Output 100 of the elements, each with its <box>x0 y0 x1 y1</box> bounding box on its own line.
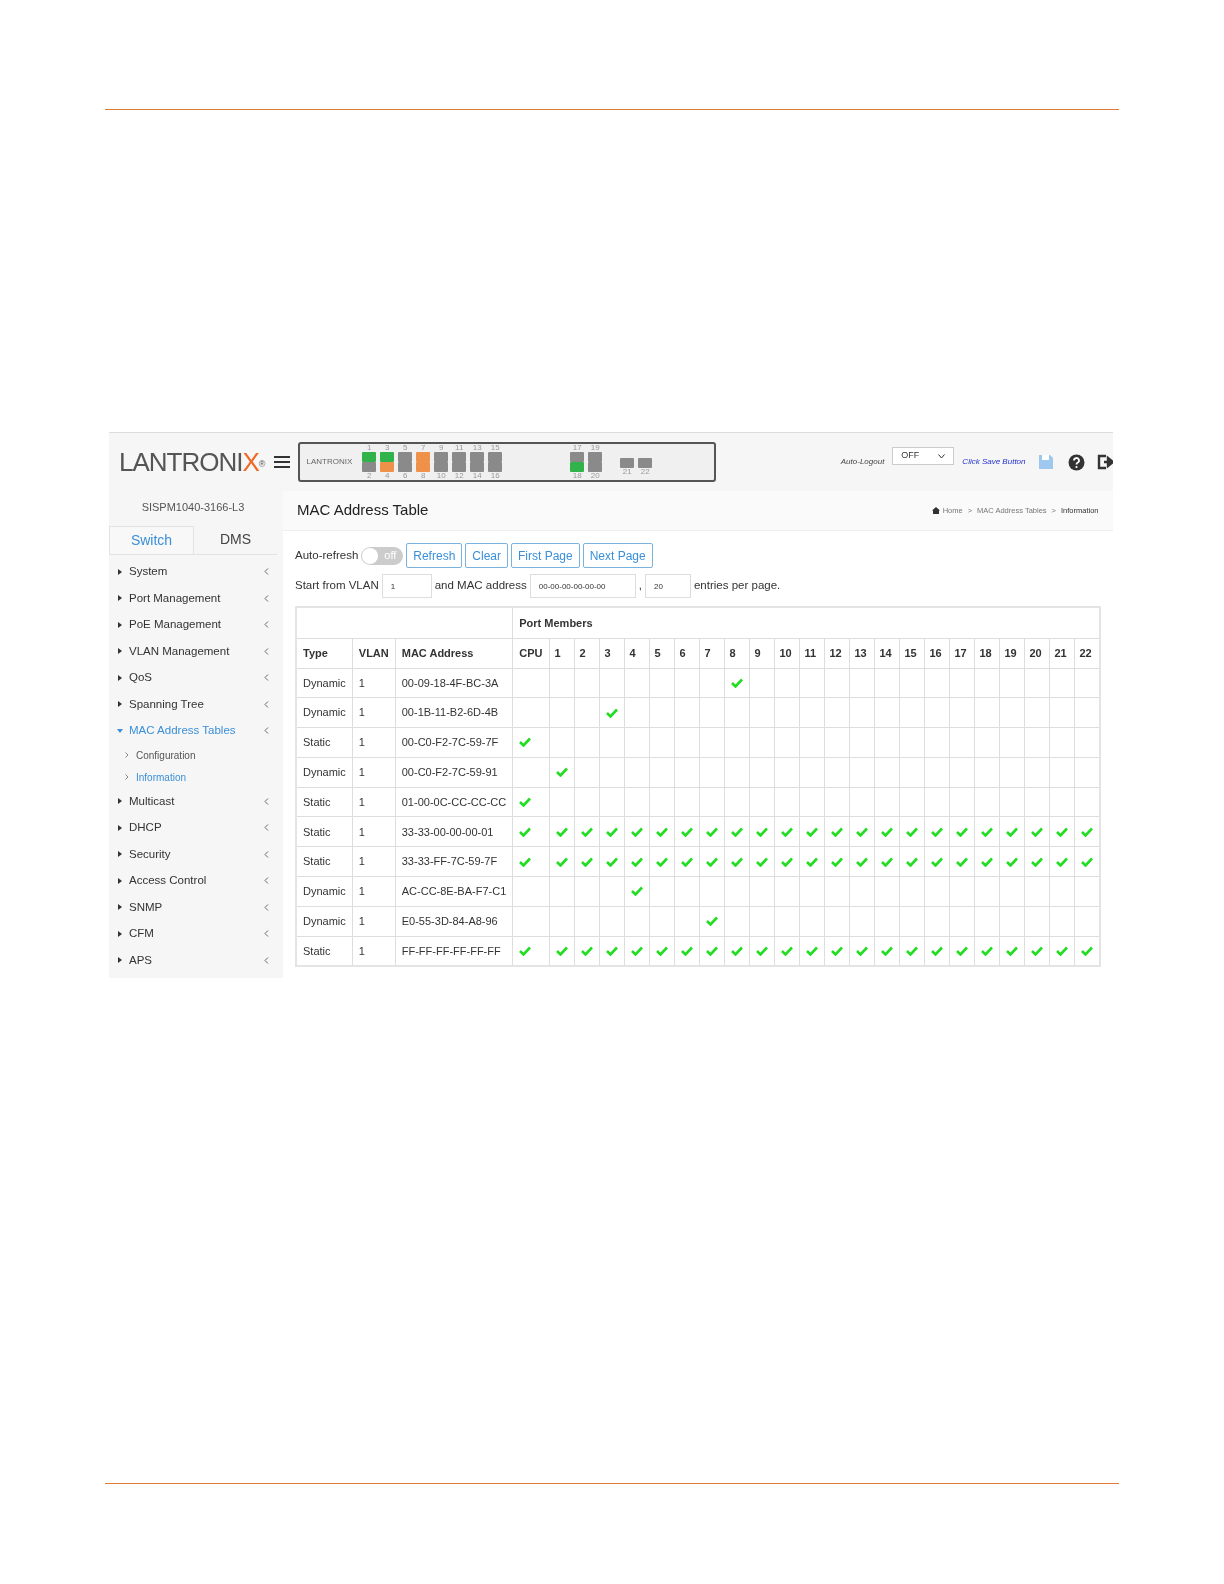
port-icon[interactable] <box>570 452 585 462</box>
menu-item[interactable]: APS <box>109 947 277 974</box>
column-header: VLAN <box>352 638 396 668</box>
page-title: MAC Address Table <box>297 500 429 521</box>
toolbar-button[interactable]: First Page <box>511 543 580 568</box>
column-header: 13 <box>849 638 874 668</box>
caret-right-icon <box>117 595 123 602</box>
caret-down-icon <box>117 727 123 734</box>
port-icon[interactable] <box>398 452 413 462</box>
port-icon[interactable] <box>434 452 449 462</box>
column-header: 5 <box>649 638 674 668</box>
port-icon[interactable] <box>416 452 431 462</box>
logout-icon[interactable] <box>1096 454 1113 470</box>
table-cell: Dynamic <box>296 906 353 937</box>
port-icon[interactable] <box>452 452 467 462</box>
menu-icon[interactable] <box>274 455 291 469</box>
table-cell: 01-00-0C-CC-CC-CC <box>395 787 513 817</box>
port-number: 7 <box>421 444 426 452</box>
home-icon <box>931 507 940 514</box>
caret-right-icon <box>117 701 123 708</box>
port-icon[interactable] <box>452 462 467 472</box>
port-icon[interactable] <box>398 462 413 472</box>
column-header: 4 <box>624 638 649 668</box>
column-header: 19 <box>999 638 1024 668</box>
menu-item[interactable]: VLAN Management <box>109 638 277 665</box>
port-number: 12 <box>454 472 464 480</box>
table-cell: Static <box>296 846 353 877</box>
column-header: Type <box>296 638 353 668</box>
auto-logout-select[interactable]: OFF <box>892 447 955 465</box>
port-icon[interactable] <box>470 462 485 472</box>
submenu-item[interactable]: Configuration <box>109 744 277 766</box>
port-icon[interactable] <box>362 462 377 472</box>
port-icon[interactable] <box>362 452 377 462</box>
port-icon[interactable] <box>380 452 395 462</box>
column-header: 15 <box>899 638 924 668</box>
menu-item[interactable]: Spanning Tree <box>109 691 277 718</box>
menu-item[interactable]: SNMP <box>109 894 277 921</box>
logo: LANTRONIX$^{®}$ <box>119 449 265 475</box>
column-header: 21 <box>1049 638 1074 668</box>
menu-item[interactable]: DHCP <box>109 814 277 841</box>
port-icon[interactable] <box>588 462 603 472</box>
port-number: 16 <box>490 472 500 480</box>
port-icon[interactable] <box>570 462 585 472</box>
caret-right-icon <box>117 957 123 964</box>
column-header: 8 <box>724 638 749 668</box>
column-header: 17 <box>949 638 974 668</box>
toolbar-button[interactable]: Next Page <box>582 543 653 568</box>
column-header: 3 <box>599 638 624 668</box>
chevron-left-icon <box>264 877 269 885</box>
table-cell: 33-33-00-00-00-01 <box>395 817 513 847</box>
table-cell: 1 <box>352 757 396 788</box>
mac-field[interactable]: 00-00-00-00-00-00 <box>529 574 636 598</box>
menu-item[interactable]: QoS <box>109 664 277 691</box>
menu-item[interactable]: Port Management <box>109 585 277 612</box>
port-icon[interactable] <box>488 452 503 462</box>
menu-item[interactable]: CFM <box>109 920 277 947</box>
caret-right-icon <box>117 798 123 805</box>
column-header: 2 <box>574 638 599 668</box>
save-hint-link[interactable]: Click Save Button <box>962 456 1026 468</box>
column-header: 7 <box>699 638 724 668</box>
entries-field[interactable]: 20 <box>644 574 691 598</box>
caret-right-icon <box>117 621 123 628</box>
save-icon[interactable] <box>1037 454 1054 470</box>
menu-item[interactable]: Security <box>109 841 277 868</box>
menu-item[interactable]: System <box>109 558 277 585</box>
port-icon[interactable] <box>620 458 635 468</box>
menu-item[interactable]: Access Control <box>109 867 277 894</box>
caret-right-icon <box>117 674 123 681</box>
chevron-left-icon <box>264 568 269 576</box>
table-cell: Dynamic <box>296 697 353 728</box>
table-cell: Static <box>296 727 353 758</box>
port-icon[interactable] <box>488 462 503 472</box>
column-header: 10 <box>774 638 799 668</box>
toolbar-button[interactable]: Clear <box>465 543 508 568</box>
vlan-field[interactable]: 1 <box>381 574 432 598</box>
column-header: 9 <box>749 638 774 668</box>
port-number: 14 <box>472 472 482 480</box>
port-icon[interactable] <box>380 462 395 472</box>
port-number: 3 <box>385 444 390 452</box>
menu-item[interactable]: PoE Management <box>109 611 277 638</box>
column-header: 1 <box>549 638 574 668</box>
port-icon[interactable] <box>470 452 485 462</box>
auto-logout-label: Auto-Logout <box>840 456 885 468</box>
column-header: 6 <box>674 638 699 668</box>
table-cell: Dynamic <box>296 668 353 698</box>
port-icon[interactable] <box>416 462 431 472</box>
port-icon[interactable] <box>638 458 653 468</box>
help-icon[interactable] <box>1067 453 1085 471</box>
port-number: 11 <box>455 444 464 452</box>
table-cell: Dynamic <box>296 757 353 788</box>
chevron-left-icon <box>264 824 269 832</box>
chevron-left-icon <box>264 674 269 682</box>
menu-item[interactable]: Multicast <box>109 788 277 815</box>
port-icon[interactable] <box>588 452 603 462</box>
sidebar-tab[interactable]: DMS <box>194 525 277 554</box>
chevron-left-icon <box>264 647 269 655</box>
toolbar-button[interactable]: Refresh <box>406 543 463 568</box>
chevron-left-icon <box>264 797 269 805</box>
chevron-left-icon <box>264 727 269 735</box>
port-icon[interactable] <box>434 462 449 472</box>
